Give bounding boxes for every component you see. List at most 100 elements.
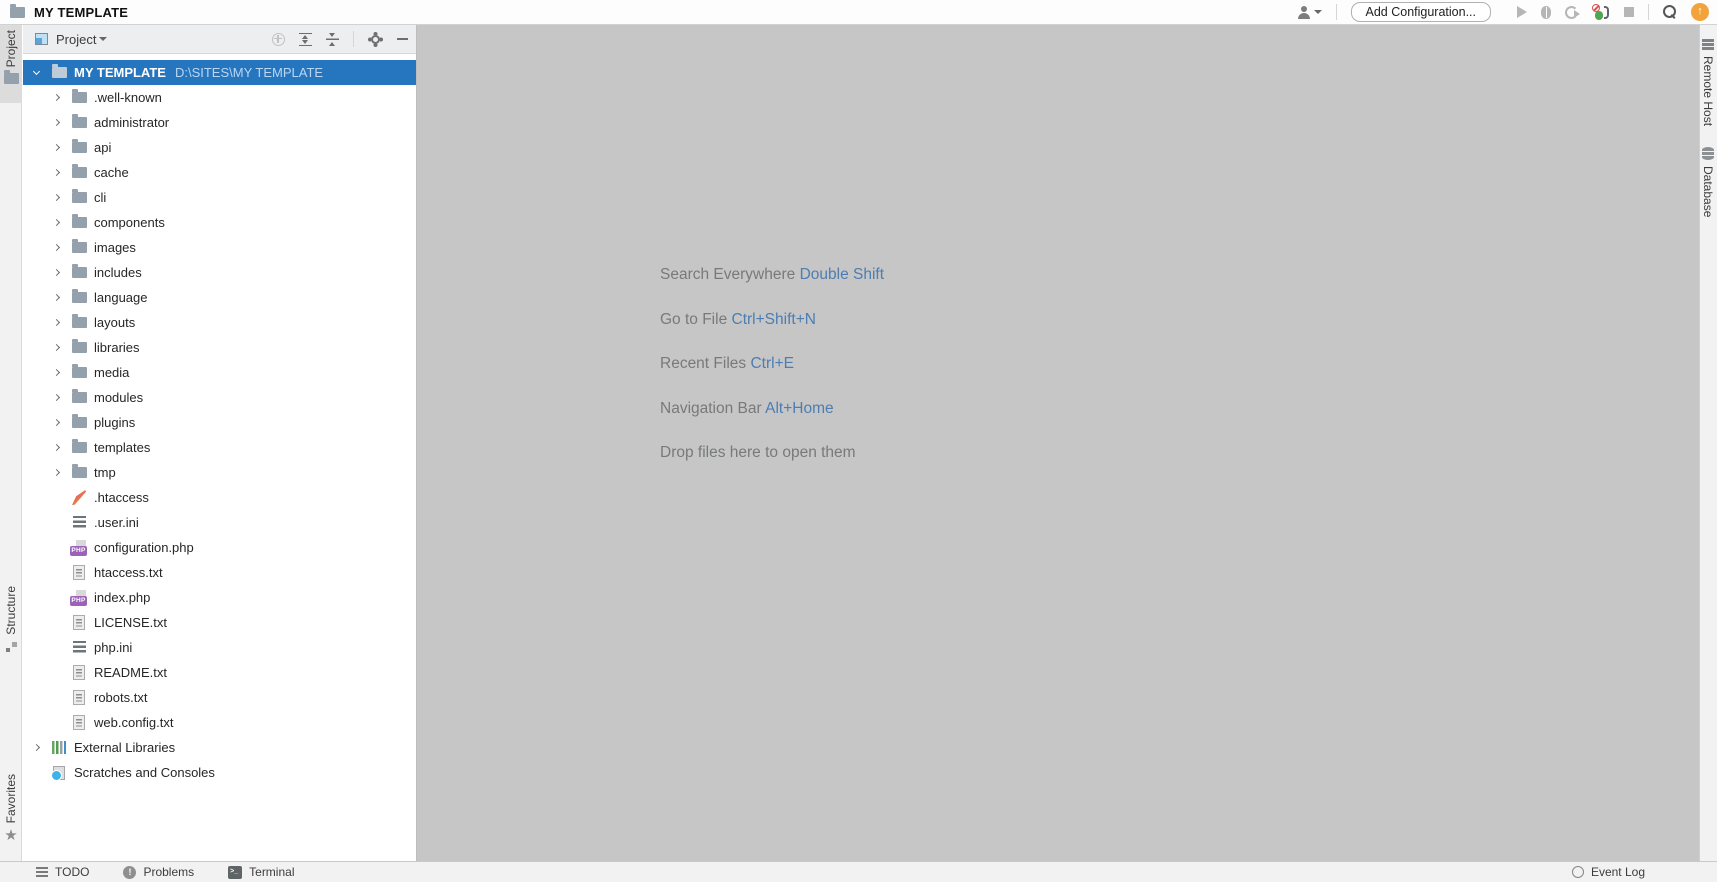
tree-item[interactable]: robots.txt (23, 685, 416, 710)
tree-item-label: robots.txt (94, 690, 148, 705)
chevron-collapsed-icon[interactable] (51, 92, 63, 104)
chevron-placeholder (31, 767, 43, 779)
chevron-collapsed-icon[interactable] (51, 442, 63, 454)
statusbar-item-problems[interactable]: ! Problems (123, 865, 194, 879)
run-with-coverage-button[interactable] (1565, 5, 1580, 19)
folder-icon (71, 314, 87, 328)
expand-all-icon[interactable] (299, 32, 312, 46)
chevron-collapsed-icon[interactable] (51, 192, 63, 204)
chevron-collapsed-icon[interactable] (51, 317, 63, 329)
tree-item-label: administrator (94, 115, 170, 130)
chevron-collapsed-icon[interactable] (31, 742, 43, 754)
tree-item[interactable]: cache (23, 160, 416, 185)
tool-window-button-database[interactable]: Database (1699, 147, 1717, 217)
chevron-collapsed-icon[interactable] (51, 142, 63, 154)
chevron-collapsed-icon[interactable] (51, 292, 63, 304)
chevron-collapsed-icon[interactable] (51, 217, 63, 229)
tree-item[interactable]: administrator (23, 110, 416, 135)
project-folder-icon (10, 3, 25, 18)
tree-item[interactable]: cli (23, 185, 416, 210)
tree-item[interactable]: includes (23, 260, 416, 285)
locate-file-icon[interactable] (272, 32, 285, 46)
collapse-all-icon[interactable] (326, 32, 339, 46)
tree-item-label: cli (94, 190, 107, 205)
tree-item-label: media (94, 365, 130, 380)
tree-item[interactable]: .well-known (23, 85, 416, 110)
debug-button[interactable] (1541, 5, 1551, 19)
statusbar-item-terminal[interactable]: >_ Terminal (228, 865, 295, 879)
tree-item[interactable]: web.config.txt (23, 710, 416, 735)
tool-window-button-favorites[interactable]: Favorites ★ (0, 769, 22, 857)
chevron-placeholder (51, 567, 63, 579)
tree-item-label: libraries (94, 340, 140, 355)
tool-window-button-structure[interactable]: Structure (0, 581, 22, 671)
add-configuration-button[interactable]: Add Configuration... (1350, 2, 1491, 22)
tree-item-label: .well-known (94, 90, 162, 105)
problems-icon: ! (123, 865, 137, 879)
tree-root-row[interactable]: MY TEMPLATE D:\SITES\MY TEMPLATE (23, 60, 416, 85)
tree-item[interactable]: LICENSE.txt (23, 610, 416, 635)
project-panel-title[interactable]: Project (56, 32, 96, 47)
tree-item[interactable]: .htaccess (23, 485, 416, 510)
chevron-collapsed-icon[interactable] (51, 242, 63, 254)
tool-window-button-project[interactable]: Project (0, 25, 22, 103)
run-button[interactable] (1517, 6, 1527, 18)
hide-panel-icon[interactable] (397, 38, 408, 40)
chevron-collapsed-icon[interactable] (51, 267, 63, 279)
chevron-collapsed-icon[interactable] (51, 367, 63, 379)
tree-item[interactable]: htaccess.txt (23, 560, 416, 585)
tree-item[interactable]: components (23, 210, 416, 235)
tree-item[interactable]: api (23, 135, 416, 160)
tree-item[interactable]: libraries (23, 335, 416, 360)
gear-icon[interactable] (371, 34, 380, 44)
tree-item[interactable]: plugins (23, 410, 416, 435)
chevron-collapsed-icon[interactable] (51, 117, 63, 129)
folder-icon (71, 414, 87, 428)
tree-item[interactable]: PHP index.php (23, 585, 416, 610)
tree-item[interactable]: templates (23, 435, 416, 460)
chevron-collapsed-icon[interactable] (51, 342, 63, 354)
tool-window-button-remote-host[interactable]: Remote Host (1699, 39, 1717, 126)
tree-item[interactable]: language (23, 285, 416, 310)
text-icon (73, 615, 85, 630)
tree-item[interactable]: tmp (23, 460, 416, 485)
tree-item[interactable]: .user.ini (23, 510, 416, 535)
stop-button[interactable] (1624, 7, 1634, 17)
structure-icon (5, 641, 17, 652)
chevron-placeholder (51, 542, 63, 554)
toolbar-separator (353, 31, 354, 47)
toolbar-separator (1648, 4, 1649, 20)
tree-item[interactable]: images (23, 235, 416, 260)
tree-item[interactable]: Scratches and Consoles (23, 760, 416, 785)
chevron-down-icon[interactable] (99, 37, 108, 41)
folder-icon (71, 139, 87, 153)
folder-icon (71, 264, 87, 278)
chevron-expanded-icon[interactable] (31, 67, 43, 79)
chevron-collapsed-icon[interactable] (51, 167, 63, 179)
ini-icon (72, 516, 86, 529)
tree-item[interactable]: media (23, 360, 416, 385)
tree-item[interactable]: PHP configuration.php (23, 535, 416, 560)
main-toolbar: MY TEMPLATE Add Configuration... ↑ (0, 0, 1717, 25)
tree-item[interactable]: README.txt (23, 660, 416, 685)
chevron-collapsed-icon[interactable] (51, 467, 63, 479)
tree-item-label: includes (94, 265, 142, 280)
vcs-user-menu[interactable] (1297, 5, 1322, 19)
listen-debug-connections-button[interactable] (1592, 3, 1610, 20)
tree-item-label: .user.ini (94, 515, 139, 530)
tree-item-label: README.txt (94, 665, 167, 680)
statusbar-item-todo[interactable]: TODO (36, 865, 89, 879)
chevron-collapsed-icon[interactable] (51, 417, 63, 429)
tree-item[interactable]: layouts (23, 310, 416, 335)
tree-item-label: language (94, 290, 148, 305)
tree-item[interactable]: External Libraries (23, 735, 416, 760)
folder-icon (71, 164, 87, 178)
tree-item[interactable]: php.ini (23, 635, 416, 660)
search-everywhere-icon[interactable] (1663, 5, 1677, 19)
update-available-icon[interactable]: ↑ (1691, 3, 1709, 21)
tree-item[interactable]: modules (23, 385, 416, 410)
chevron-down-icon (1313, 10, 1322, 14)
statusbar-item-event-log[interactable]: Event Log (1571, 865, 1645, 879)
chevron-collapsed-icon[interactable] (51, 392, 63, 404)
folder-icon (71, 239, 87, 253)
